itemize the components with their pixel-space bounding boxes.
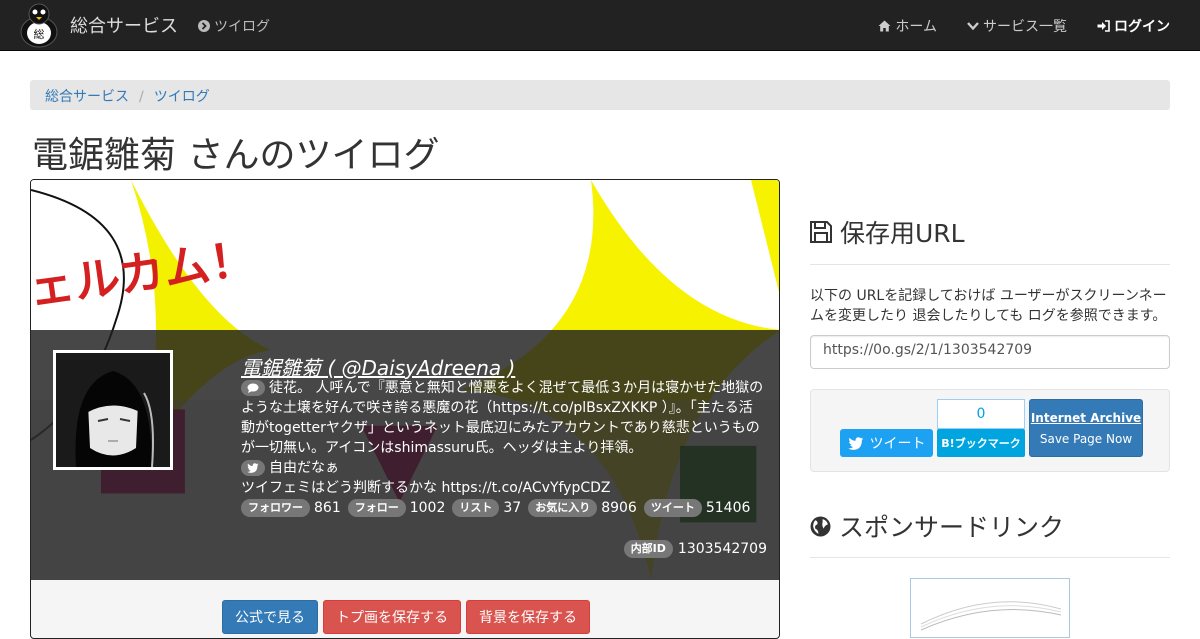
chevron-down-icon bbox=[967, 21, 979, 31]
internet-archive-button[interactable]: Internet Archive Save Page Now bbox=[1029, 399, 1143, 457]
view-official-button[interactable]: 公式で見る bbox=[222, 600, 318, 634]
sponsor-ad-image[interactable] bbox=[910, 578, 1070, 638]
profile-bio: 徒花。 人呼んで『悪意と無知と憎悪をよく混ぜて最低３か月は寝かせた地獄のような土… bbox=[241, 378, 766, 458]
floppy-disk-icon bbox=[810, 221, 832, 243]
logo-glyph: 総 bbox=[34, 27, 45, 41]
internet-archive-title: Internet Archive bbox=[1030, 411, 1142, 425]
brand-link[interactable]: 総 総合サービス bbox=[18, 2, 178, 48]
profile-location-text: 自由だなぁ bbox=[269, 460, 339, 476]
tweet-button-label: ツイート bbox=[869, 436, 926, 452]
stat-tweets-value: 51406 bbox=[705, 500, 751, 516]
profile-card: ェルカム！ ■ ▼ ■ 電鋸雛菊 ( @DaisyAdreena ) bbox=[30, 179, 780, 639]
profile-bio-text: 徒花。 人呼んで『悪意と無知と憎悪をよく混ぜて最低３か月は寝かせた地獄のような土… bbox=[241, 380, 764, 456]
internal-id-value: 1303542709 bbox=[677, 541, 767, 557]
profile-overlay: 電鋸雛菊 ( @DaisyAdreena ) 徒花。 人呼んで『悪意と無知と憎悪… bbox=[31, 330, 779, 580]
internal-id-label: 内部ID bbox=[623, 540, 673, 558]
divider bbox=[810, 557, 1170, 558]
nav-services-label: サービス一覧 bbox=[983, 19, 1067, 35]
nav-twilog-label: ツイログ bbox=[214, 19, 270, 35]
globe-icon bbox=[810, 516, 831, 537]
breadcrumb-separator: / bbox=[139, 89, 144, 105]
save-url-description: 以下の URLを記録しておけば ユーザーがスクリーンネームを変更したり 退会した… bbox=[810, 288, 1167, 324]
save-url-field[interactable]: https://0o.gs/2/1/1303542709 bbox=[810, 335, 1170, 369]
save-banner-button[interactable]: 背景を保存する bbox=[466, 600, 590, 634]
stat-following-value: 1002 bbox=[409, 500, 446, 516]
comment-icon bbox=[241, 380, 265, 396]
stat-tweets-label: ツイート bbox=[643, 499, 702, 517]
tweet-button[interactable]: ツイート bbox=[840, 429, 933, 457]
stat-lists-label: リスト bbox=[452, 499, 500, 517]
internet-archive-subtitle: Save Page Now bbox=[1039, 432, 1133, 446]
save-url-heading: 保存用URL bbox=[810, 214, 965, 250]
stat-followers-value: 861 bbox=[314, 500, 341, 516]
twitter-icon bbox=[847, 436, 864, 450]
nav-services-link[interactable]: サービス一覧 bbox=[967, 16, 1067, 36]
sponsor-heading-text: スポンサードリンク bbox=[839, 513, 1065, 542]
profile-url-line[interactable]: ツイフェミはどう判断するかな https://t.co/ACvYfypCDZ bbox=[241, 478, 766, 498]
stat-favorites-value: 8906 bbox=[601, 500, 637, 516]
breadcrumb-item-home[interactable]: 総合サービス bbox=[45, 89, 129, 105]
sign-in-icon bbox=[1097, 20, 1110, 32]
profile-info: 徒花。 人呼んで『悪意と無知と憎悪をよく混ぜて最低３か月は寝かせた地獄のような土… bbox=[241, 378, 766, 518]
stat-followers-label: フォロワー bbox=[241, 499, 310, 517]
nav-home-link[interactable]: ホーム bbox=[878, 16, 937, 36]
page-title: 電鋸雛菊 さんのツイログ bbox=[32, 135, 440, 176]
nav-login-link[interactable]: ログイン bbox=[1097, 16, 1170, 36]
internal-id: 内部ID 1303542709 bbox=[623, 540, 767, 558]
stat-following-label: フォロー bbox=[347, 499, 406, 517]
profile-location: 自由だなぁ bbox=[241, 458, 766, 478]
nav-home-label: ホーム bbox=[895, 19, 937, 35]
home-icon bbox=[878, 20, 891, 32]
hatena-bookmark-count: 0 bbox=[937, 399, 1025, 429]
nav-twilog-link[interactable]: ツイログ bbox=[198, 16, 270, 36]
brand-name: 総合サービス bbox=[70, 16, 178, 37]
profile-name-link[interactable]: 電鋸雛菊 ( @DaisyAdreena ) bbox=[241, 352, 515, 381]
stat-favorites-label: お気に入り bbox=[528, 499, 598, 517]
profile-actions: 公式で見る トプ画を保存する 背景を保存する bbox=[31, 600, 779, 634]
stat-lists-value: 37 bbox=[503, 500, 522, 516]
breadcrumb-item-twilog[interactable]: ツイログ bbox=[154, 89, 210, 105]
save-icon-button[interactable]: トプ画を保存する bbox=[323, 600, 461, 634]
chevron-circle-right-icon bbox=[198, 20, 210, 32]
profile-stats: フォロワー 861 フォロー 1002 リスト 37 お気に入り 8906 ツイート 51… bbox=[241, 498, 766, 518]
nav-login-label: ログイン bbox=[1114, 19, 1170, 35]
navbar: 総 総合サービス ツイログ ホーム サービス一覧 ログイン bbox=[0, 0, 1200, 51]
profile-avatar[interactable] bbox=[53, 350, 173, 470]
save-url-heading-text: 保存用URL bbox=[840, 219, 965, 248]
hatena-bookmark-button[interactable]: B!ブックマーク bbox=[937, 429, 1025, 457]
nav-right: ホーム サービス一覧 ログイン bbox=[878, 16, 1170, 36]
breadcrumb: 総合サービス / ツイログ bbox=[30, 80, 1170, 110]
share-buttons: ツイート 0 B!ブックマーク Internet Archive Save Pa… bbox=[810, 389, 1170, 472]
penguin-logo-icon: 総 bbox=[18, 2, 60, 48]
twitter-icon bbox=[241, 460, 265, 476]
divider bbox=[810, 264, 1170, 265]
sponsor-heading: スポンサードリンク bbox=[810, 508, 1064, 544]
